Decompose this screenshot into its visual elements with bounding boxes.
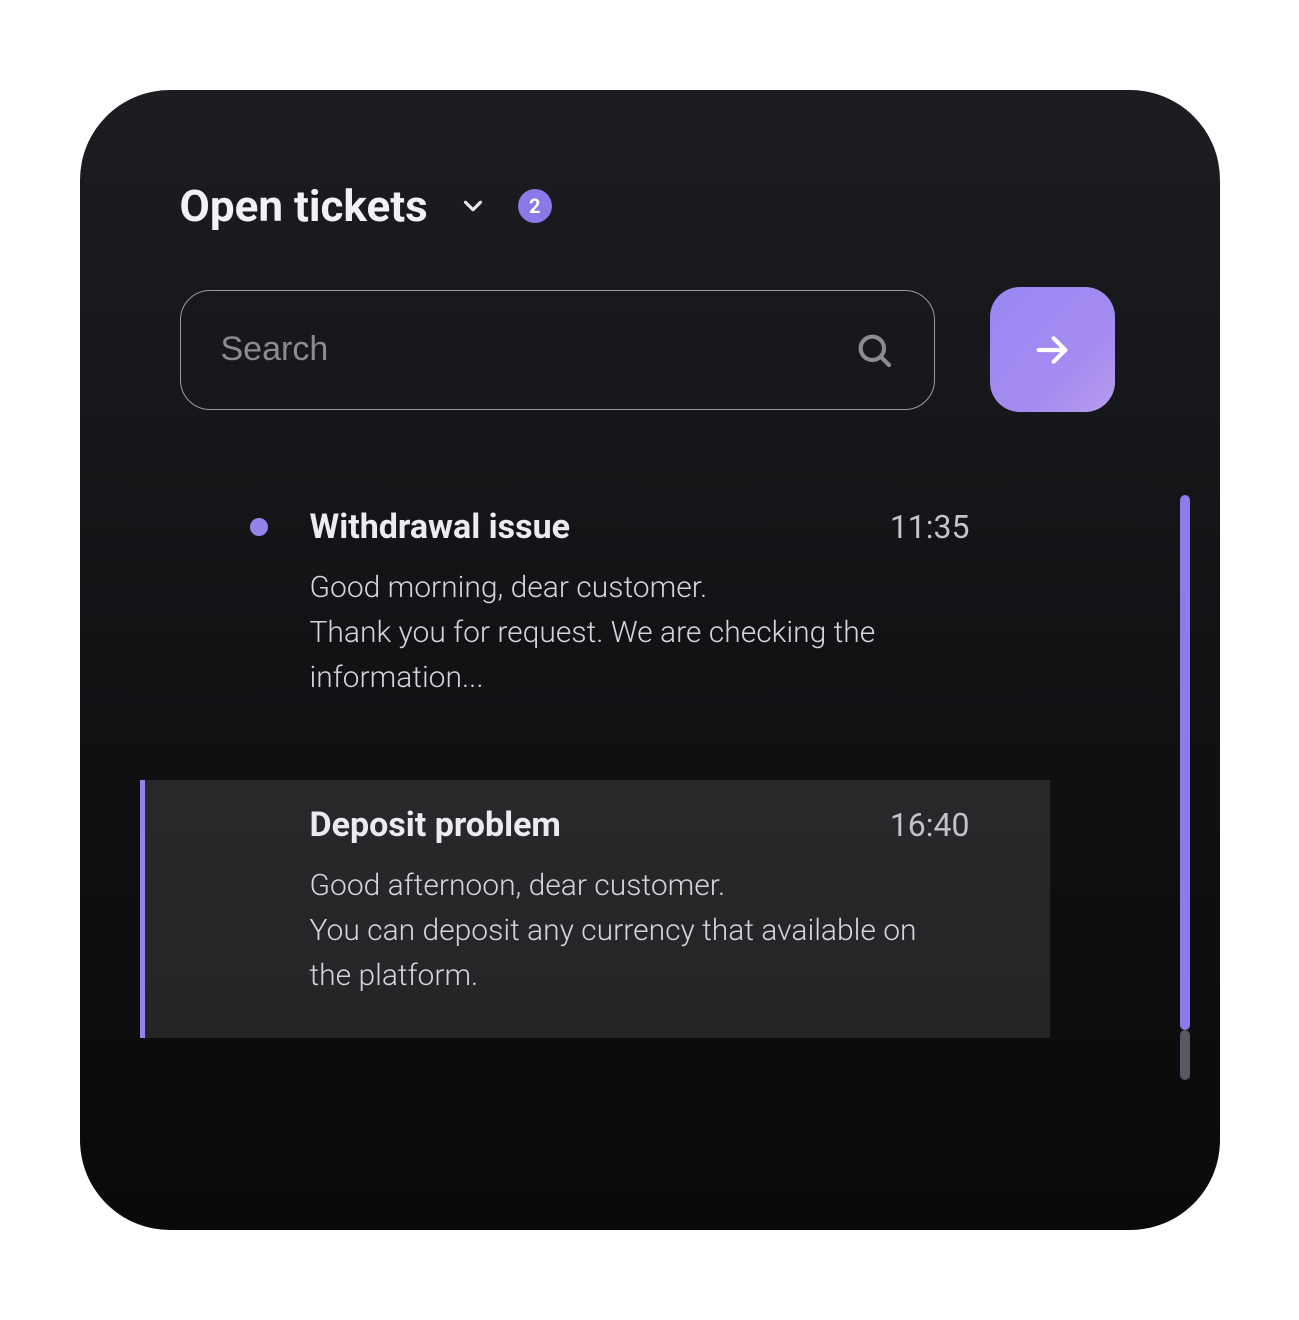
search-field[interactable] [180,290,935,410]
ticket-preview: Good afternoon, dear customer. You can d… [250,863,970,998]
search-row [180,287,1140,412]
scrollbar-track-remainder [1180,1030,1190,1080]
arrow-right-icon [1032,330,1072,370]
search-submit-button[interactable] [990,287,1115,412]
ticket-item[interactable]: Withdrawal issue 11:35 Good morning, dea… [180,482,1050,740]
chevron-down-icon [458,191,488,221]
search-icon [854,330,894,370]
panel-title: Open tickets [180,180,428,232]
ticket-list: Withdrawal issue 11:35 Good morning, dea… [180,482,1140,1038]
search-input[interactable] [221,330,854,369]
ticket-time: 16:40 [890,806,970,844]
tickets-panel: Open tickets 2 Withdrawal issue 11:35 Go… [80,90,1220,1230]
unread-dot-icon [250,518,268,536]
scrollbar-thumb[interactable] [1180,495,1190,1030]
filter-dropdown-toggle[interactable] [458,191,488,221]
open-count-badge: 2 [518,189,552,223]
ticket-title: Deposit problem [310,805,890,845]
ticket-title: Withdrawal issue [310,507,890,547]
ticket-time: 11:35 [890,508,970,546]
ticket-preview: Good morning, dear customer. Thank you f… [250,565,970,700]
panel-header: Open tickets 2 [180,180,1140,232]
scrollbar[interactable] [1180,495,1190,1045]
ticket-item[interactable]: Deposit problem 16:40 Good afternoon, de… [140,780,1050,1038]
